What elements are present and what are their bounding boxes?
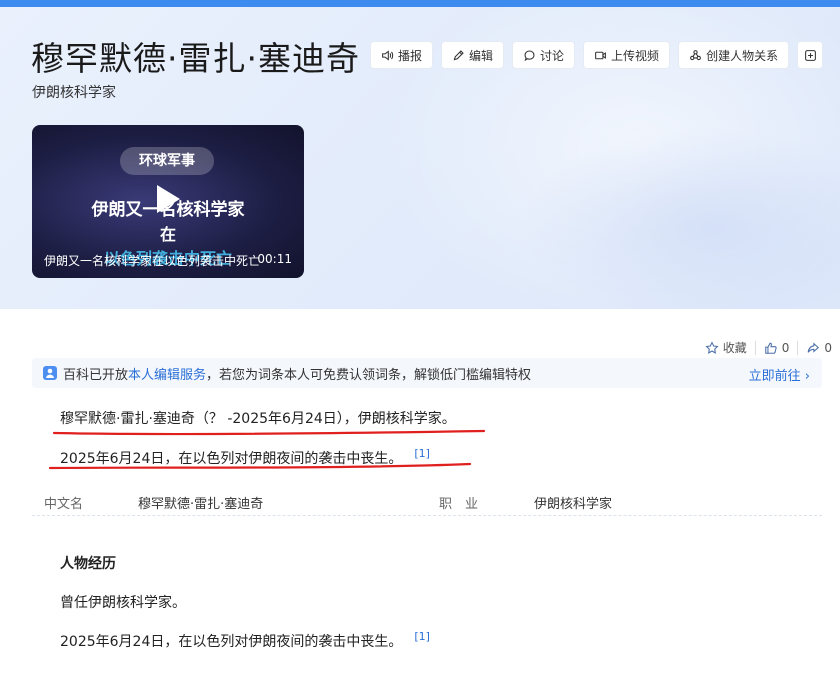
create-relation-label: 创建人物关系: [706, 48, 779, 63]
main-content: 收藏 0 0 百科已开放 本人编辑服务 ，若您为词条本人可免费认领词条，解锁低门…: [0, 309, 840, 681]
chat-bubble-icon: [524, 50, 535, 61]
entry-header: 穆罕默德·雷扎·塞迪奇 伊朗核科学家 播报 编辑 讨论 上传视频 创建人物关系 …: [0, 7, 840, 309]
summary-line1: 穆罕默德·雷扎·塞迪奇（？ -2025年6月24日），伊朗核科学家。: [60, 411, 456, 427]
info-key: 职 业: [439, 497, 479, 512]
video-channel-tag: 环球军事: [120, 147, 214, 175]
share-count: 0: [824, 340, 832, 355]
reference-link[interactable]: [1]: [414, 447, 430, 460]
upload-video-label: 上传视频: [611, 48, 660, 63]
like-button[interactable]: 0: [756, 341, 798, 355]
speaker-icon: [382, 49, 394, 61]
video-headline-line2: 在: [159, 225, 176, 244]
video-thumbnail[interactable]: 环球军事 伊朗又一名核科学家 在 以色列袭击中死亡 伊朗又一名核科学家在以色列袭…: [32, 125, 304, 278]
create-relation-button[interactable]: 创建人物关系: [678, 41, 790, 69]
discuss-label: 讨论: [540, 48, 565, 63]
page-subtitle: 伊朗核科学家: [32, 85, 116, 101]
section-paragraph: 2025年6月24日，在以色列对伊朗夜间的袭击中丧生。 [1]: [60, 630, 430, 651]
edit-label: 编辑: [469, 48, 494, 63]
section-paragraph-text: 2025年6月24日，在以色列对伊朗夜间的袭击中丧生。: [60, 634, 403, 650]
info-value: 穆罕默德·雷扎·塞迪奇: [138, 497, 264, 512]
page-title: 穆罕默德·雷扎·塞迪奇: [31, 39, 360, 78]
video-duration: 00:11: [257, 252, 292, 266]
action-toolbar: 播报 编辑 讨论 上传视频 创建人物关系: [370, 41, 824, 69]
share-icon: [808, 341, 820, 353]
more-button[interactable]: [797, 41, 824, 69]
info-value: 伊朗核科学家: [534, 497, 613, 512]
video-caption: 伊朗又一名核科学家在以色列袭击中死亡: [44, 254, 261, 268]
user-badge-icon: [43, 366, 57, 380]
notice-text-after: ，若您为词条本人可免费认领词条，解锁低门槛编辑特权: [206, 367, 532, 383]
discuss-button[interactable]: 讨论: [512, 41, 576, 69]
pencil-icon: [453, 49, 464, 60]
broadcast-label: 播报: [398, 48, 423, 63]
play-icon[interactable]: [154, 183, 182, 215]
share-button[interactable]: 0: [798, 341, 840, 355]
basic-info-box: 中文名 穆罕默德·雷扎·塞迪奇 职 业 伊朗核科学家: [32, 482, 822, 516]
edit-service-link[interactable]: 本人编辑服务: [128, 364, 206, 383]
goto-link[interactable]: 立即前往 ›: [749, 365, 810, 384]
people-icon: [690, 49, 701, 60]
top-accent-bar: [0, 0, 840, 7]
red-underline-annotation: [52, 429, 486, 436]
like-count: 0: [781, 340, 790, 355]
star-icon: [705, 340, 719, 354]
edit-button[interactable]: 编辑: [441, 41, 505, 69]
broadcast-button[interactable]: 播报: [370, 41, 434, 69]
section-heading: 人物经历: [60, 556, 116, 572]
upload-video-button[interactable]: 上传视频: [583, 41, 671, 69]
video-camera-icon: [595, 51, 606, 59]
edit-service-notice: 百科已开放 本人编辑服务 ，若您为词条本人可免费认领词条，解锁低门槛编辑特权 立…: [32, 358, 822, 388]
reference-link[interactable]: [1]: [414, 630, 430, 643]
notice-text-before: 百科已开放: [63, 367, 129, 383]
plus-icon: [804, 49, 816, 61]
stats-bar: 收藏 0 0: [697, 339, 840, 356]
thumbs-up-icon: [764, 342, 777, 354]
favorite-label: 收藏: [722, 341, 747, 355]
section-paragraph: 曾任伊朗核科学家。: [60, 595, 186, 611]
red-underline-annotation: [48, 462, 472, 470]
favorite-button[interactable]: 收藏: [697, 339, 755, 356]
info-key: 中文名: [44, 497, 84, 512]
